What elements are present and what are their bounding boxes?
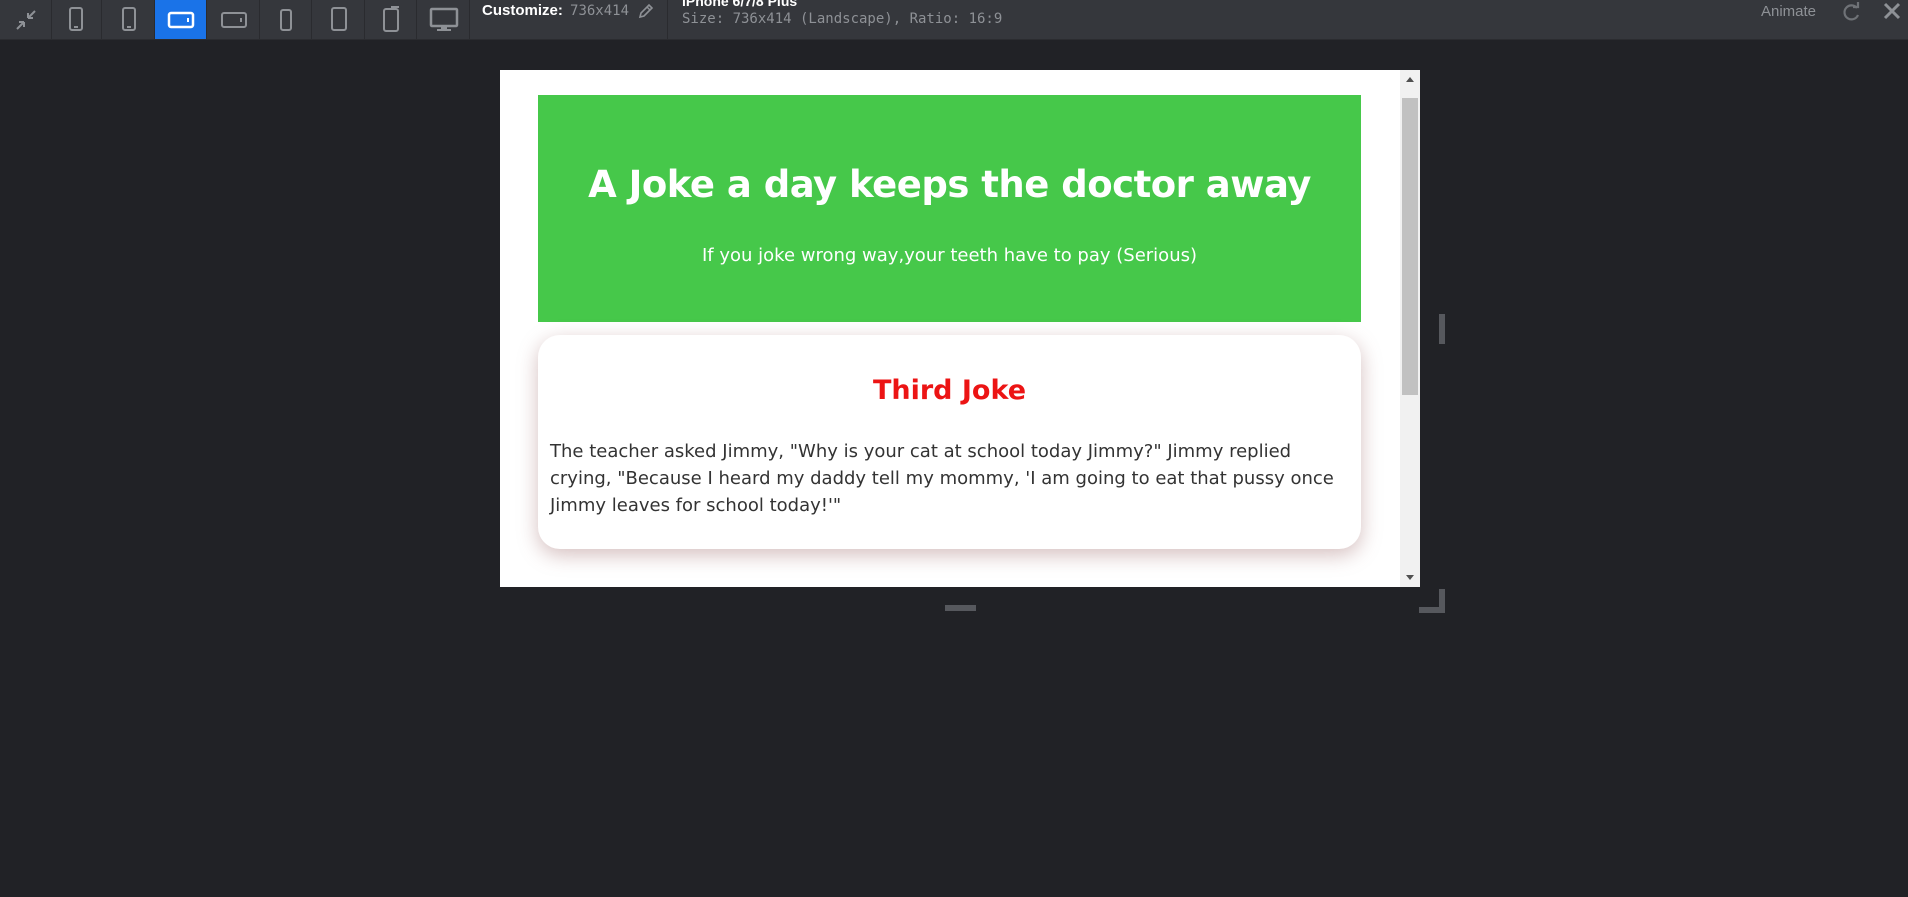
device-button-phone-large[interactable]: [260, 0, 312, 39]
hero-title: A Joke a day keeps the doctor away: [588, 163, 1311, 206]
device-size-info: Size: 736x414 (Landscape), Ratio: 16:9: [682, 11, 1003, 27]
resize-handle-corner[interactable]: [1419, 589, 1445, 613]
hero-subtitle: If you joke wrong way,your teeth have to…: [701, 245, 1198, 266]
scroll-up-button[interactable]: [1400, 70, 1420, 88]
device-button-desktop[interactable]: [418, 0, 470, 39]
joke-text: The teacher asked Jimmy, "Why is your ca…: [550, 441, 1334, 516]
scrollbar-thumb[interactable]: [1402, 98, 1418, 395]
device-name: iPhone 6/7/8 Plus: [682, 0, 798, 9]
tablet-portrait-icon: [382, 5, 399, 32]
phone-landscape-icon: [167, 11, 194, 28]
joke-card: Third Joke The teacher asked Jimmy, "Why…: [538, 335, 1361, 549]
device-button-phone-small[interactable]: [50, 0, 102, 39]
vertical-scrollbar[interactable]: [1400, 70, 1420, 587]
customize-control[interactable]: Customize: 736x414: [482, 2, 629, 19]
rotate-icon[interactable]: [1840, 2, 1862, 24]
device-button-tablet-portrait[interactable]: [313, 0, 365, 39]
customize-label: Customize:: [482, 2, 563, 19]
tablet-portrait-icon: [330, 6, 347, 31]
customize-dimensions[interactable]: 736x414: [570, 3, 629, 19]
device-button-tablet-landscape[interactable]: [208, 0, 260, 39]
device-button-tablet-portrait-large[interactable]: [365, 0, 417, 39]
tablet-landscape-icon: [220, 11, 247, 28]
device-button-phone-landscape[interactable]: [155, 0, 207, 39]
hero-banner: A Joke a day keeps the doctor away If yo…: [538, 95, 1361, 322]
toolbar-divider: [667, 0, 668, 39]
desktop-monitor-icon: [429, 7, 458, 31]
phone-portrait-icon: [68, 6, 83, 31]
device-toolbar: Customize: 736x414 iPhone 6/7/8 Plus Siz…: [0, 0, 1908, 40]
device-viewport: A Joke a day keeps the doctor away If yo…: [500, 70, 1420, 587]
collapse-arrows-icon: [15, 9, 36, 30]
scroll-down-button[interactable]: [1400, 569, 1420, 587]
resize-handle-right[interactable]: [1439, 314, 1445, 344]
caret-down-icon: [1406, 575, 1414, 580]
caret-up-icon: [1406, 77, 1414, 82]
close-icon[interactable]: [1881, 0, 1903, 22]
page-content: A Joke a day keeps the doctor away If yo…: [500, 70, 1400, 587]
resize-handle-bottom[interactable]: [945, 605, 976, 611]
device-button-phone-medium[interactable]: [103, 0, 155, 39]
joke-title: Third Joke: [872, 375, 1027, 406]
phone-portrait-icon: [121, 6, 136, 31]
collapse-button[interactable]: [0, 0, 52, 39]
phone-portrait-icon: [279, 8, 292, 31]
pencil-icon[interactable]: [637, 2, 655, 20]
animate-toggle[interactable]: Animate: [1761, 3, 1816, 20]
